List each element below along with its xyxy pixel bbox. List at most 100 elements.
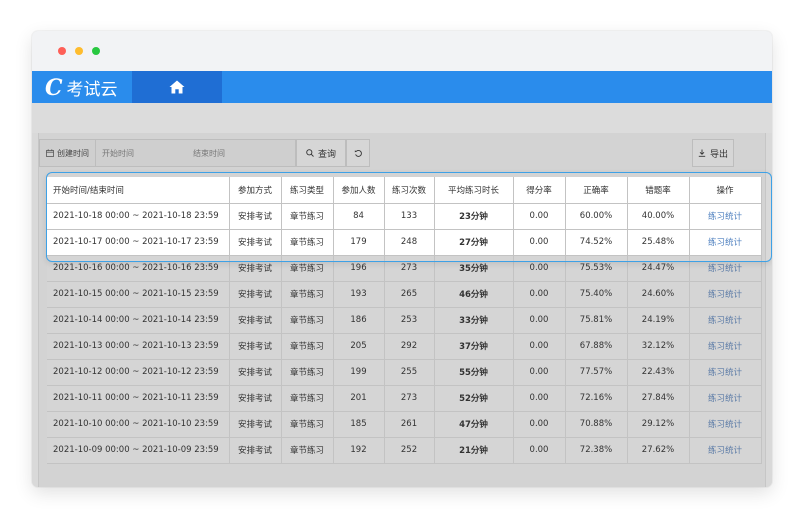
search-icon [306, 149, 314, 157]
mode-cell: 安排考试 [229, 385, 282, 412]
mode-cell: 安排考试 [229, 229, 282, 256]
correct-rate-cell: 72.16% [565, 385, 628, 412]
participants-cell: 192 [333, 437, 385, 464]
export-button[interactable]: 导出 [692, 139, 734, 167]
start-time-input[interactable]: 开始时间 [96, 148, 191, 159]
mode-cell: 安排考试 [229, 307, 282, 334]
column-header[interactable]: 练习类型 [281, 177, 334, 204]
window-titlebar [32, 31, 772, 71]
correct-rate-cell: 75.81% [565, 307, 628, 334]
stats-panel: 创建时间 开始时间 结束时间 查询 导出 开始时间/结束时间 参加方式 练习类型… [38, 133, 766, 487]
table-row: 2021-10-17 00:00 ~ 2021-10-17 23:59 安排考试章… [47, 229, 762, 256]
score-rate-cell: 0.00 [513, 307, 566, 334]
time-range-cell: 2021-10-13 00:00 ~ 2021-10-13 23:59 [47, 333, 230, 360]
stats-link[interactable]: 练习统计 [689, 203, 762, 230]
home-tab[interactable] [132, 71, 222, 103]
score-rate-cell: 0.00 [513, 281, 566, 308]
stats-link[interactable]: 练习统计 [689, 437, 762, 464]
attempts-cell: 292 [384, 333, 435, 360]
column-header[interactable]: 参加人数 [333, 177, 385, 204]
attempts-cell: 253 [384, 307, 435, 334]
time-range-cell: 2021-10-12 00:00 ~ 2021-10-12 23:59 [47, 359, 230, 386]
attempts-cell: 273 [384, 385, 435, 412]
stats-link[interactable]: 练习统计 [689, 229, 762, 256]
participants-cell: 185 [333, 411, 385, 438]
participants-cell: 201 [333, 385, 385, 412]
avg-duration-cell: 27分钟 [434, 229, 514, 256]
score-rate-cell: 0.00 [513, 385, 566, 412]
stats-link[interactable]: 练习统计 [689, 307, 762, 334]
error-rate-cell: 24.19% [627, 307, 690, 334]
mode-cell: 安排考试 [229, 203, 282, 230]
practice-type-cell: 章节练习 [281, 255, 334, 282]
search-button-label: 查询 [317, 149, 336, 160]
participants-cell: 205 [333, 333, 385, 360]
avg-duration-cell: 23分钟 [434, 203, 514, 230]
error-rate-cell: 29.12% [627, 411, 690, 438]
attempts-cell: 265 [384, 281, 435, 308]
column-header[interactable]: 参加方式 [229, 177, 282, 204]
avg-duration-cell: 55分钟 [434, 359, 514, 386]
mode-cell: 安排考试 [229, 333, 282, 360]
participants-cell: 196 [333, 255, 385, 282]
stats-link[interactable]: 练习统计 [689, 359, 762, 386]
correct-rate-cell: 60.00% [565, 203, 628, 230]
column-header[interactable]: 得分率 [513, 177, 566, 204]
column-header[interactable]: 正确率 [565, 177, 628, 204]
correct-rate-cell: 75.40% [565, 281, 628, 308]
reset-button[interactable] [346, 139, 370, 167]
end-time-input[interactable]: 结束时间 [191, 148, 225, 159]
practice-stats-table-wrapper: 开始时间/结束时间 参加方式 练习类型 参加人数 练习次数 平均练习时长 得分率… [47, 177, 762, 464]
practice-type-cell: 章节练习 [281, 437, 334, 464]
participants-cell: 186 [333, 307, 385, 334]
download-icon [698, 149, 706, 157]
stats-link[interactable]: 练习统计 [689, 255, 762, 282]
column-header[interactable]: 开始时间/结束时间 [47, 177, 230, 204]
logo-mark-icon: C [45, 74, 63, 101]
score-rate-cell: 0.00 [513, 333, 566, 360]
column-header[interactable]: 操作 [689, 177, 762, 204]
practice-type-cell: 章节练习 [281, 229, 334, 256]
table-row: 2021-10-15 00:00 ~ 2021-10-15 23:59 安排考试章… [47, 281, 762, 308]
home-icon [169, 80, 185, 94]
stats-link[interactable]: 练习统计 [689, 385, 762, 412]
attempts-cell: 252 [384, 437, 435, 464]
refresh-icon [354, 149, 362, 157]
maximize-window-button[interactable] [92, 47, 100, 55]
avg-duration-cell: 37分钟 [434, 333, 514, 360]
avg-duration-cell: 35分钟 [434, 255, 514, 282]
column-header[interactable]: 练习次数 [384, 177, 435, 204]
participants-cell: 179 [333, 229, 385, 256]
mode-cell: 安排考试 [229, 437, 282, 464]
stats-link[interactable]: 练习统计 [689, 281, 762, 308]
table-row: 2021-10-12 00:00 ~ 2021-10-12 23:59 安排考试章… [47, 359, 762, 386]
time-range-cell: 2021-10-17 00:00 ~ 2021-10-17 23:59 [47, 229, 230, 256]
practice-type-cell: 章节练习 [281, 359, 334, 386]
correct-rate-cell: 67.88% [565, 333, 628, 360]
search-button[interactable]: 查询 [296, 139, 346, 167]
table-row: 2021-10-11 00:00 ~ 2021-10-11 23:59 安排考试章… [47, 385, 762, 412]
brand-logo[interactable]: C 考试云 [45, 74, 118, 101]
attempts-cell: 273 [384, 255, 435, 282]
correct-rate-cell: 77.57% [565, 359, 628, 386]
column-header[interactable]: 错题率 [627, 177, 690, 204]
avg-duration-cell: 21分钟 [434, 437, 514, 464]
time-range-cell: 2021-10-16 00:00 ~ 2021-10-16 23:59 [47, 255, 230, 282]
content-header-strip [32, 103, 772, 133]
error-rate-cell: 27.84% [627, 385, 690, 412]
close-window-button[interactable] [58, 47, 66, 55]
column-header[interactable]: 平均练习时长 [434, 177, 514, 204]
stats-link[interactable]: 练习统计 [689, 411, 762, 438]
date-range-filter: 创建时间 开始时间 结束时间 [39, 139, 296, 167]
time-range-cell: 2021-10-10 00:00 ~ 2021-10-10 23:59 [47, 411, 230, 438]
minimize-window-button[interactable] [75, 47, 83, 55]
app-header: C 考试云 [32, 71, 772, 103]
attempts-cell: 261 [384, 411, 435, 438]
stats-link[interactable]: 练习统计 [689, 333, 762, 360]
avg-duration-cell: 46分钟 [434, 281, 514, 308]
practice-type-cell: 章节练习 [281, 333, 334, 360]
practice-type-cell: 章节练习 [281, 203, 334, 230]
table-row: 2021-10-16 00:00 ~ 2021-10-16 23:59 安排考试章… [47, 255, 762, 282]
avg-duration-cell: 52分钟 [434, 385, 514, 412]
error-rate-cell: 40.00% [627, 203, 690, 230]
